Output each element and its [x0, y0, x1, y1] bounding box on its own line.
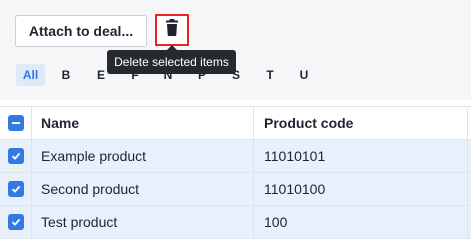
checkmark-icon — [11, 173, 21, 205]
product-name-cell[interactable]: Second product — [32, 173, 254, 205]
trash-icon — [164, 18, 180, 42]
product-code-cell: 100 — [254, 206, 468, 238]
product-name-cell[interactable]: Example product — [32, 140, 254, 172]
product-name-cell[interactable]: Test product — [32, 206, 254, 238]
row-checkbox-cell — [0, 140, 32, 172]
product-code-cell: 11010101 — [254, 140, 468, 172]
column-header-product-code[interactable]: Product code — [254, 107, 468, 139]
alpha-filter-all[interactable]: All — [16, 64, 45, 86]
checkmark-icon — [11, 206, 21, 238]
attach-to-deal-button[interactable]: Attach to deal... — [15, 15, 147, 47]
alpha-filter-u[interactable]: U — [298, 64, 310, 86]
table-row[interactable]: Example product 11010101 — [0, 140, 471, 173]
row-checkbox[interactable] — [7, 214, 24, 230]
select-all-checkbox[interactable] — [7, 115, 24, 131]
minus-icon — [11, 107, 21, 139]
list-toolbar: Attach to deal... Delete selected items … — [0, 0, 471, 100]
table-row[interactable]: Second product 11010100 — [0, 173, 471, 206]
column-header-name[interactable]: Name — [32, 107, 254, 139]
checkmark-icon — [11, 140, 21, 172]
alpha-filter-b[interactable]: B — [60, 64, 72, 86]
table-row[interactable]: Test product 100 — [0, 206, 471, 239]
products-table: Name Product code Example product 110101… — [0, 106, 471, 239]
row-checkbox[interactable] — [7, 148, 24, 164]
table-header-row: Name Product code — [0, 107, 471, 140]
product-code-cell: 11010100 — [254, 173, 468, 205]
alpha-filter-e[interactable]: E — [95, 64, 107, 86]
row-checkbox-cell — [0, 173, 32, 205]
row-checkbox-cell — [0, 206, 32, 238]
header-checkbox-cell — [0, 107, 32, 139]
row-checkbox[interactable] — [7, 181, 24, 197]
delete-selected-button[interactable] — [155, 14, 189, 46]
delete-tooltip: Delete selected items — [107, 45, 236, 74]
alpha-filter-t[interactable]: T — [264, 64, 276, 86]
